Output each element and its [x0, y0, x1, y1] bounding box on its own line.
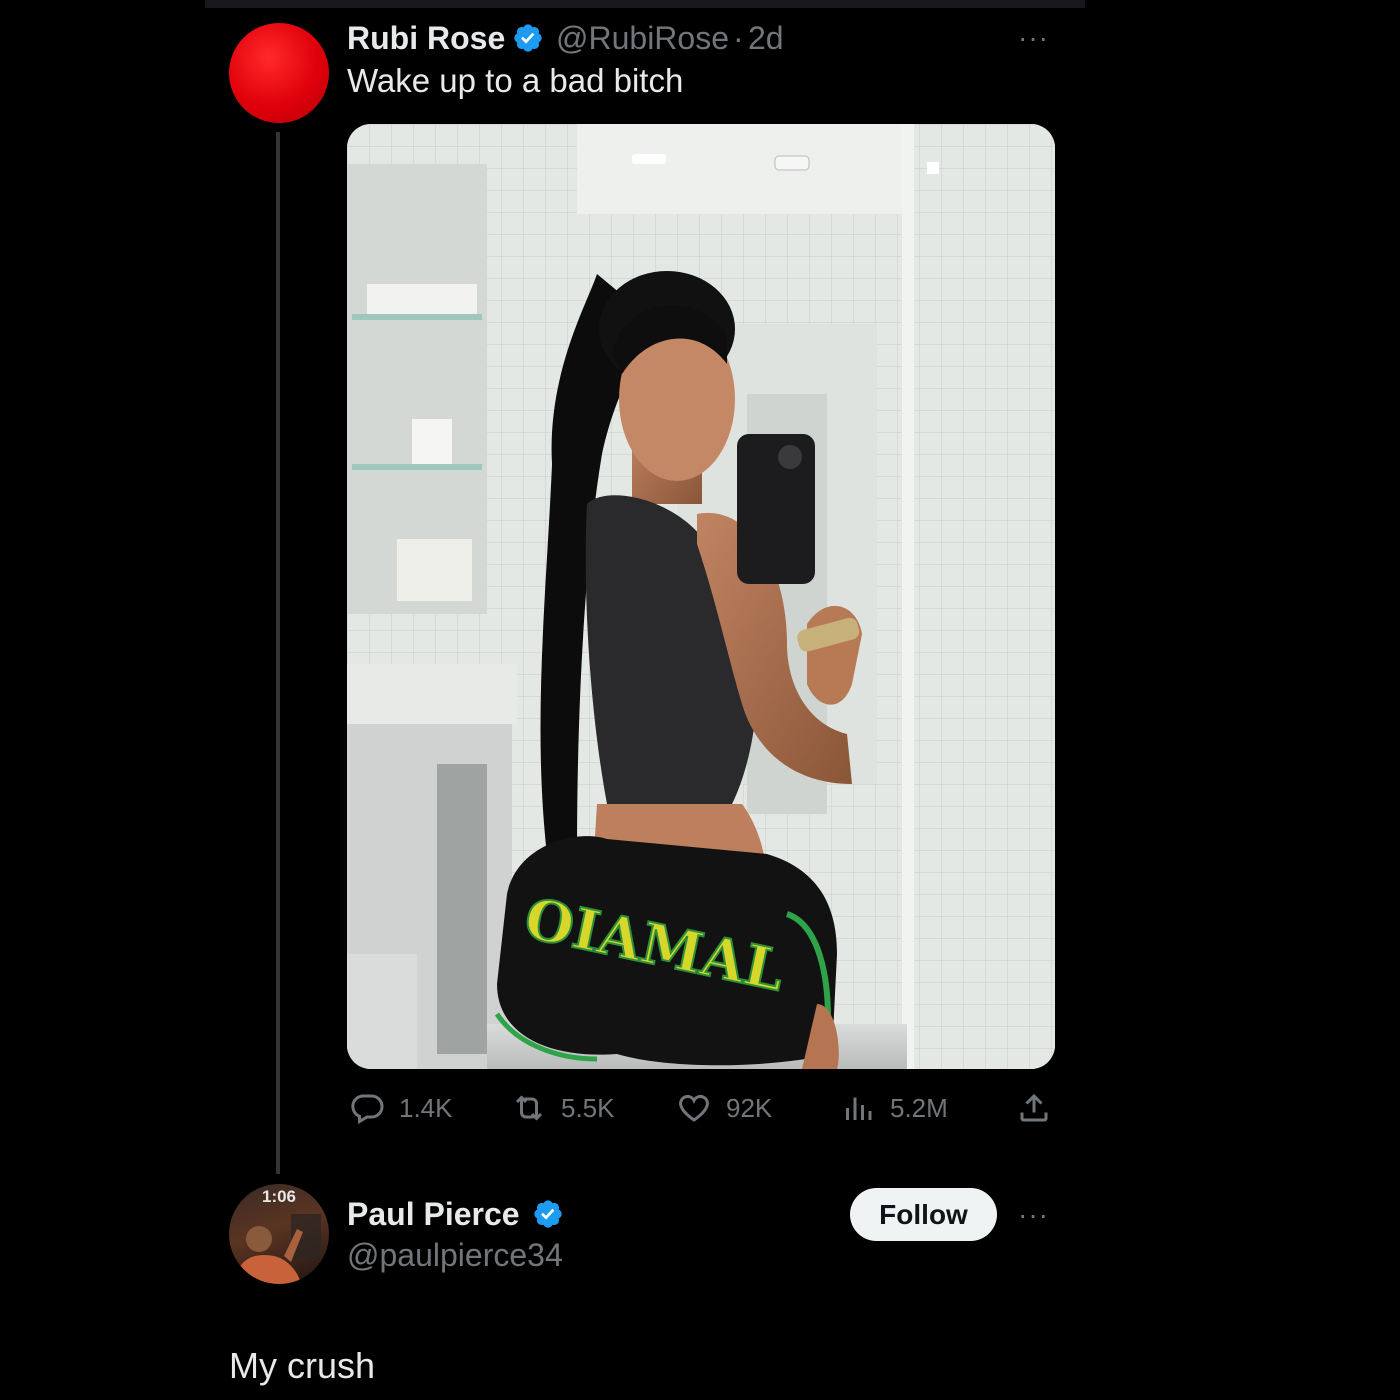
like-icon	[679, 1094, 709, 1122]
previous-post-border	[205, 0, 1085, 8]
tweet-media-image[interactable]: OIAMAL	[347, 124, 1055, 1069]
user-more-icon[interactable]: ···	[1018, 1199, 1049, 1231]
retweet-button[interactable]: 5.5K	[511, 1088, 615, 1128]
avatar-person-illustration	[234, 1214, 321, 1284]
author-avatar[interactable]	[229, 23, 329, 123]
follow-button[interactable]: Follow	[850, 1188, 997, 1241]
author-name[interactable]: Rubi Rose	[347, 20, 505, 57]
reply-button[interactable]: 1.4K	[349, 1088, 453, 1128]
share-icon	[1020, 1093, 1048, 1122]
share-button[interactable]	[1016, 1088, 1052, 1128]
bathroom-selfie-illustration: OIAMAL	[347, 124, 1055, 1069]
author-handle[interactable]: @RubiRose	[556, 20, 729, 57]
reply-count: 1.4K	[399, 1092, 453, 1123]
verified-badge-icon	[534, 1200, 562, 1228]
tweet-text: Wake up to a bad bitch	[347, 62, 684, 99]
view-count: 5.2M	[890, 1092, 948, 1123]
reply-user-handle[interactable]: @paulpierce34	[347, 1237, 563, 1274]
thread-connector-line	[276, 132, 280, 1174]
verified-badge-icon	[514, 24, 542, 52]
views-icon	[846, 1097, 872, 1120]
retweet-icon	[515, 1095, 543, 1121]
retweet-count: 5.5K	[561, 1092, 615, 1123]
views-button[interactable]: 5.2M	[840, 1088, 948, 1128]
reply-text: My crush	[229, 1345, 376, 1386]
reply-user-avatar[interactable]: 1:06	[229, 1184, 329, 1284]
tweet-more-icon[interactable]: ···	[1018, 22, 1049, 54]
reply-user-name[interactable]: Paul Pierce	[347, 1196, 520, 1233]
like-button[interactable]: 92K	[676, 1088, 772, 1128]
like-count: 92K	[726, 1092, 773, 1123]
time-separator: ·	[733, 20, 744, 56]
reply-icon	[351, 1094, 384, 1125]
tweet-time[interactable]: 2d	[748, 20, 784, 57]
